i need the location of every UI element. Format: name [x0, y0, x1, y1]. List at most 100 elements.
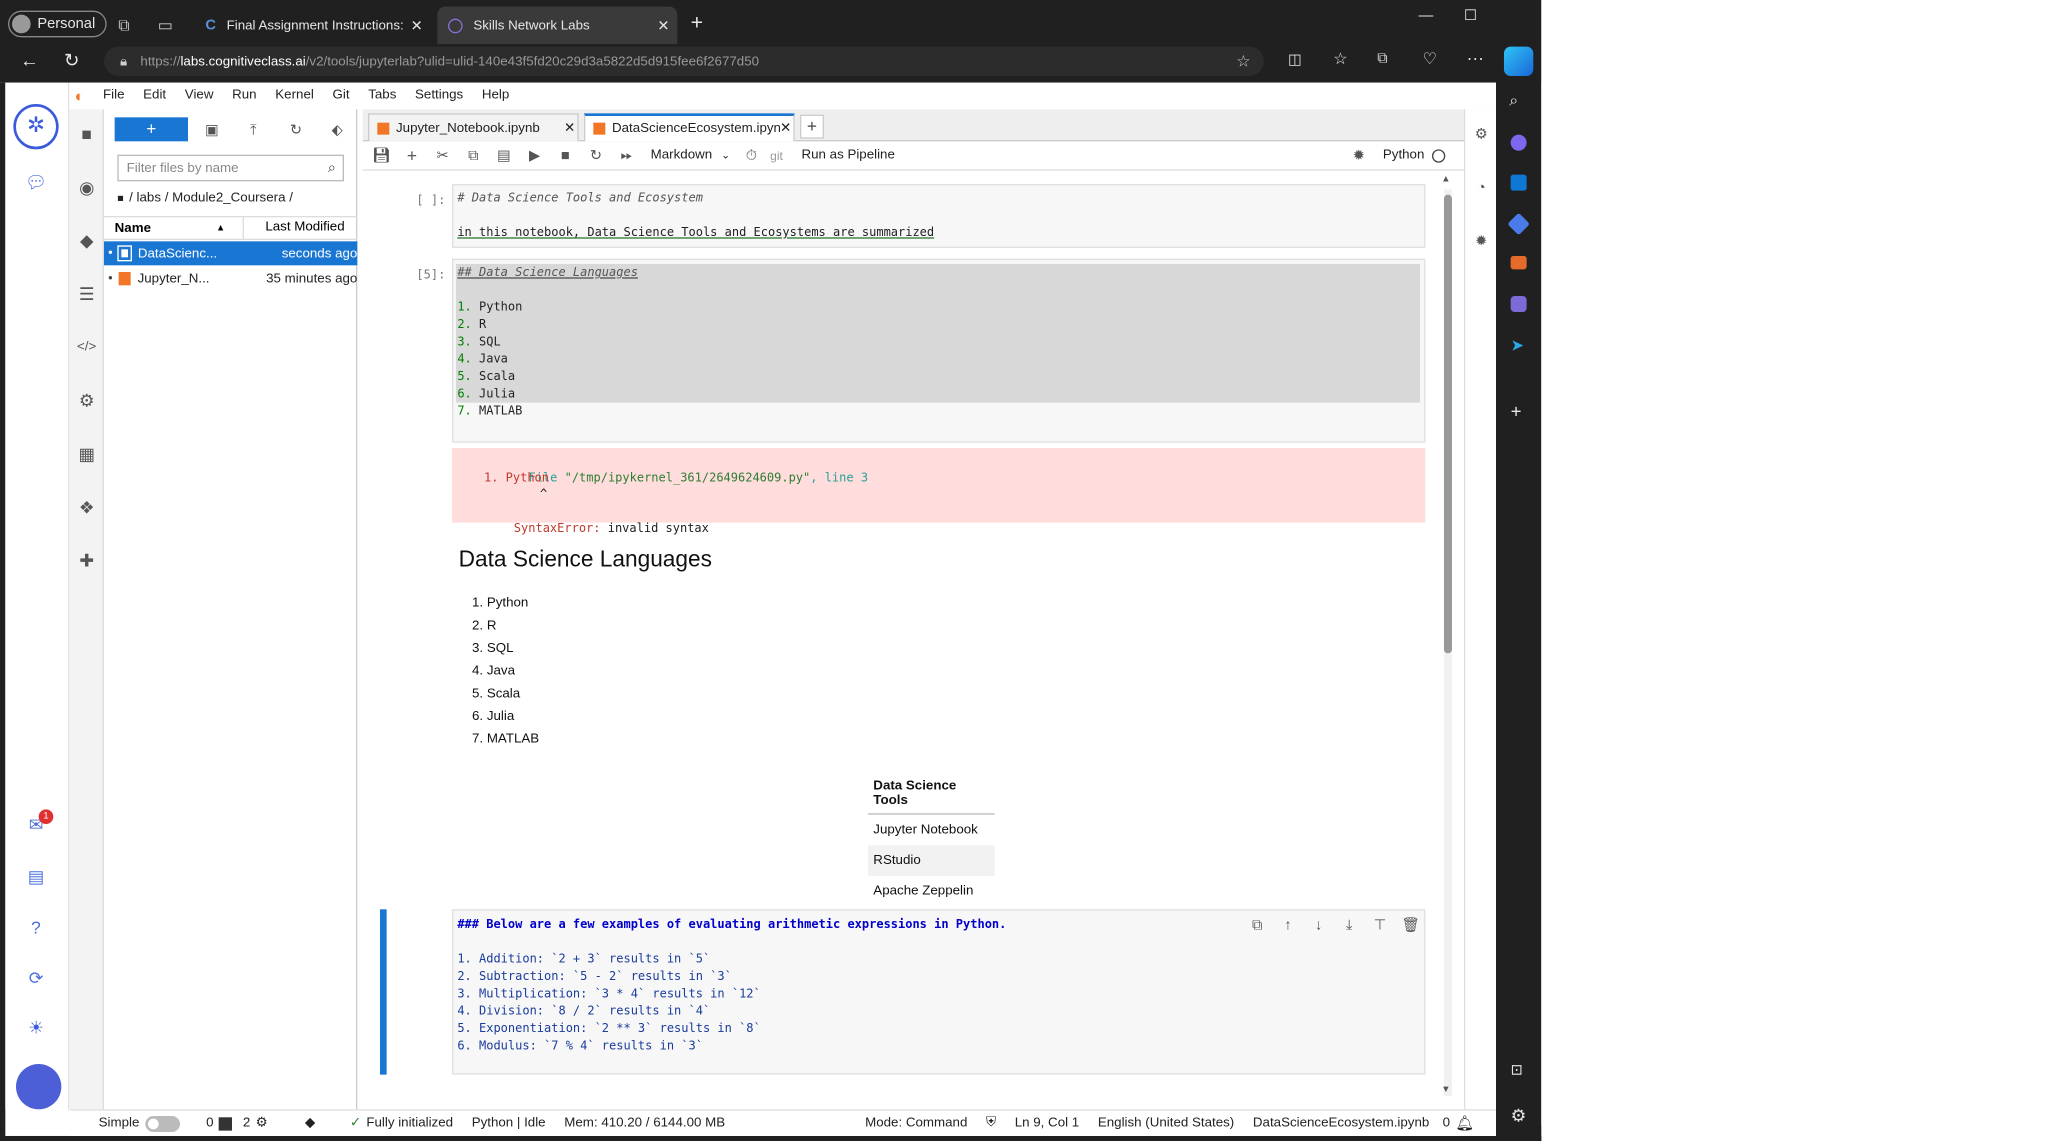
close-icon[interactable]: ✕	[564, 121, 575, 136]
refresh-icon[interactable]: ↻	[64, 49, 80, 72]
restart-icon[interactable]: ↻	[585, 145, 606, 166]
markdown-cell-source[interactable]: # Data Science Tools and Ecosystem in th…	[451, 183, 1426, 248]
add-sidebar-app-icon[interactable]: +	[1511, 400, 1522, 421]
fast-forward-icon[interactable]: ⏩︎	[616, 145, 637, 166]
folder-icon[interactable]: ■	[75, 123, 99, 147]
components-icon[interactable]: ❖	[75, 496, 99, 520]
scroll-up-icon[interactable]: ▲	[1441, 175, 1450, 184]
split-screen-icon[interactable]: ◫	[1288, 51, 1302, 68]
code-icon[interactable]: </>	[75, 336, 99, 360]
tools-icon[interactable]	[1510, 255, 1527, 270]
toc-icon[interactable]: ☰	[75, 283, 99, 307]
new-folder-icon[interactable]: ▣	[200, 119, 224, 143]
insert-cell-icon[interactable]: +	[401, 145, 422, 166]
user-avatar[interactable]	[15, 1063, 62, 1110]
help-icon[interactable]: ?	[24, 916, 48, 940]
language-indicator[interactable]: English (United States)	[1098, 1116, 1234, 1131]
close-icon[interactable]: ✕	[411, 17, 423, 34]
favorite-star-icon[interactable]: ☆	[1236, 52, 1250, 71]
menu-settings[interactable]: Settings	[415, 88, 463, 103]
minimize-button[interactable]: —	[1419, 8, 1434, 24]
markdown-cell-source[interactable]: ### Below are a few examples of evaluati…	[451, 909, 1426, 1075]
menu-help[interactable]: Help	[482, 88, 509, 103]
run-as-pipeline-button[interactable]: Run as Pipeline	[802, 148, 895, 163]
cursor-position[interactable]: Ln 9, Col 1	[1015, 1116, 1079, 1131]
column-last-modified[interactable]: Last Modified	[242, 215, 358, 240]
outlook-icon[interactable]	[1510, 174, 1527, 191]
stop-icon[interactable]: ■	[555, 145, 576, 166]
close-icon[interactable]: ✕	[657, 17, 669, 34]
property-inspector-icon[interactable]: ⚙	[1469, 123, 1493, 147]
kernel-status[interactable]: Python | Idle	[472, 1116, 546, 1131]
sync-icon[interactable]: ⟳	[24, 967, 48, 991]
notebook-tools-icon[interactable]: ▦	[75, 443, 99, 467]
profile-button[interactable]: Personal	[7, 10, 108, 38]
more-icon[interactable]: ···	[1467, 48, 1484, 68]
move-up-icon[interactable]: ↑	[1277, 915, 1298, 936]
duplicate-cell-icon[interactable]: ⧉	[1247, 915, 1268, 936]
search-icon[interactable]: ⌕	[1509, 91, 1518, 111]
scrollbar-thumb[interactable]	[1443, 194, 1452, 654]
menu-tabs[interactable]: Tabs	[368, 88, 396, 103]
clock-icon[interactable]: ⏱︎	[741, 145, 762, 166]
property-inspector-icon[interactable]: ⚙	[75, 389, 99, 413]
kernel-count[interactable]: 2	[243, 1116, 250, 1131]
save-icon[interactable]: 💾︎	[371, 145, 392, 166]
new-launcher-button[interactable]: +	[114, 117, 188, 142]
menu-edit[interactable]: Edit	[143, 88, 166, 103]
hide-sidebar-icon[interactable]: ⊡	[1511, 1061, 1523, 1079]
scroll-down-icon[interactable]: ▼	[1441, 1085, 1450, 1094]
move-down-icon[interactable]: ↓	[1308, 915, 1329, 936]
menu-file[interactable]: File	[103, 88, 124, 103]
notification-count[interactable]: 0	[1443, 1116, 1450, 1131]
settings-icon[interactable]: ⚙	[1511, 1105, 1527, 1126]
refresh-files-icon[interactable]: ↻	[284, 119, 308, 143]
cell-type-select[interactable]: Markdown ⌄	[651, 148, 730, 163]
debugger-icon[interactable]: ✹	[1469, 229, 1493, 253]
close-icon[interactable]: ✕	[780, 121, 791, 136]
paste-icon[interactable]: ▤	[493, 145, 514, 166]
upload-icon[interactable]: ⤒	[241, 119, 265, 143]
git-status-icon[interactable]: ◆	[305, 1116, 315, 1131]
add-tab-button[interactable]: +	[799, 114, 824, 139]
simple-mode-toggle[interactable]	[144, 1115, 180, 1132]
terminal-count[interactable]: 0	[206, 1116, 213, 1131]
copilot-icon[interactable]	[1503, 46, 1534, 76]
git-icon[interactable]: ◆	[75, 229, 99, 253]
column-name[interactable]: Name	[115, 221, 216, 236]
git-label[interactable]: git	[770, 149, 783, 162]
lsp-status[interactable]: Fully initialized	[366, 1116, 453, 1131]
new-tab-button[interactable]: +	[691, 12, 703, 36]
chat-icon[interactable]: 💬︎	[24, 171, 48, 195]
resource-usage-icon[interactable]: ◔	[1469, 176, 1493, 200]
vertical-tabs-icon[interactable]: ▭	[153, 13, 177, 37]
insert-below-icon[interactable]: ⊤	[1369, 915, 1390, 936]
tab-datascience-ecosystem[interactable]: DataScienceEcosystem.ipyn ✕	[583, 113, 795, 142]
menu-view[interactable]: View	[185, 88, 214, 103]
run-icon[interactable]: ▶	[524, 145, 545, 166]
code-cell-source[interactable]: ## Data Science Languages 1. Python 2. R…	[451, 258, 1426, 443]
shopping-icon[interactable]	[1507, 212, 1530, 236]
extensions-icon[interactable]: ✚	[75, 549, 99, 573]
git-clone-icon[interactable]: ⬖	[325, 119, 349, 143]
back-icon[interactable]: ←	[20, 49, 39, 70]
favorites-icon[interactable]: ☆	[1333, 49, 1347, 68]
browser-tab-coursera[interactable]: C Final Assignment Instructions: Co ✕	[194, 6, 435, 44]
workspaces-icon[interactable]: ⧉	[112, 13, 136, 37]
maximize-button[interactable]: ☐	[1464, 7, 1477, 24]
tab-jupyter-notebook[interactable]: Jupyter_Notebook.ipynb ✕	[367, 113, 579, 142]
menu-run[interactable]: Run	[232, 88, 256, 103]
delete-cell-icon[interactable]: 🗑︎	[1400, 915, 1421, 936]
filter-files-input[interactable]: Filter files by name ⌕	[117, 154, 344, 182]
telegram-icon[interactable]: ➤	[1511, 336, 1524, 355]
collections-icon[interactable]: ⧉	[1377, 51, 1387, 68]
file-row-datascience[interactable]: ● DataScienc... seconds ago	[103, 241, 357, 266]
running-icon[interactable]: ◉	[75, 176, 99, 200]
theme-icon[interactable]: ☀	[24, 1016, 48, 1040]
performance-icon[interactable]: ♡	[1423, 49, 1437, 68]
address-bar[interactable]: 🔒︎ https://labs.cognitiveclass.ai/v2/too…	[103, 46, 1264, 76]
games-icon[interactable]	[1510, 295, 1527, 312]
menu-kernel[interactable]: Kernel	[275, 88, 314, 103]
bell-icon[interactable]: 🔔︎	[1455, 1115, 1474, 1132]
cut-icon[interactable]: ✂	[432, 145, 453, 166]
